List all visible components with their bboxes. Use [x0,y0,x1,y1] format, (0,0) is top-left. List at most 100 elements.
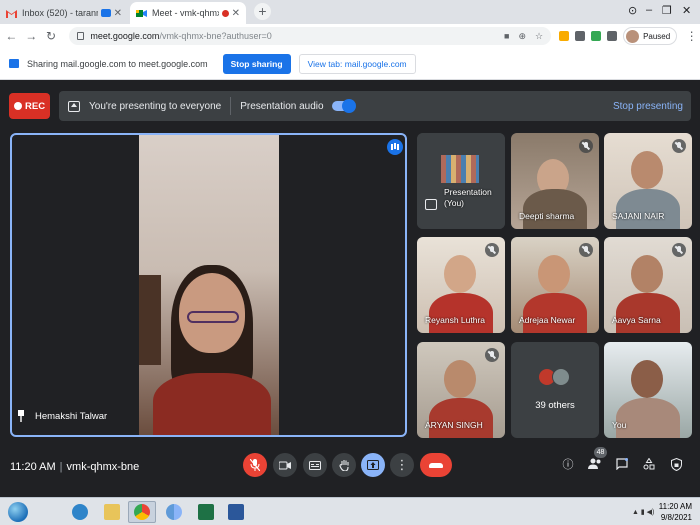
tab-title: Inbox (520) - tarannum@th [22,8,98,18]
excel-icon[interactable] [192,501,220,523]
star-icon[interactable]: ☆ [535,31,543,42]
pin-icon[interactable] [17,410,25,422]
participant-tile[interactable]: Reyansh Luthra [417,237,505,333]
speaker-video [139,135,279,435]
start-button[interactable] [8,502,28,522]
system-time: 11:20 AM [658,502,692,511]
participant-tile[interactable]: Aavya Sarna [604,237,692,333]
browser-tab-bar: Inbox (520) - tarannum@th ✕ Meet - vmk-q… [0,0,700,24]
participant-name: ARYAN SINGH [425,420,483,430]
close-tab-icon[interactable]: ✕ [232,8,240,19]
activities-icon[interactable] [642,457,656,472]
camera-icon[interactable]: ■ [504,31,509,42]
extension-icon[interactable] [559,31,570,41]
back-icon[interactable]: ← [3,29,20,43]
present-now-button[interactable] [361,453,385,477]
url-host: meet.google.com [90,31,160,41]
close-window-icon[interactable]: ✕ [682,4,691,20]
people-icon[interactable] [588,458,602,472]
avatar [626,29,640,43]
reload-icon[interactable]: ↻ [43,29,60,43]
mic-off-icon [672,243,686,257]
more-options-button[interactable]: ⋮ [390,453,414,477]
gmail-icon [6,8,17,19]
view-tab-button[interactable]: View tab: mail.google.com [298,53,416,74]
participant-tile[interactable]: Deepti sharma [511,133,599,229]
mic-off-icon [250,459,260,471]
captions-button[interactable] [303,453,327,477]
stop-presenting-button[interactable]: Stop presenting [613,101,683,112]
present-icon [367,460,379,470]
screen-share-icon [100,9,111,17]
recording-badge: REC [9,93,50,119]
close-tab-icon[interactable]: ✕ [114,8,122,19]
chat-icon[interactable] [615,458,629,472]
participant-tile[interactable]: ARYAN SINGH [417,342,505,438]
chrome-icon[interactable] [128,501,156,523]
participant-name: Presentation (You) [444,187,492,208]
mic-off-button[interactable] [243,453,267,477]
tab-gmail[interactable]: Inbox (520) - tarannum@th ✕ [0,2,128,24]
system-date: 9/8/2021 [660,513,692,522]
participant-tile-presentation[interactable]: Presentation (You) [417,133,505,229]
participant-name: Deepti sharma [519,211,575,221]
main-speaker-name: Hemakshi Talwar [35,411,108,422]
participant-name: You [612,420,627,430]
participant-name: Adrejaa Newar [519,315,576,325]
participant-name: Reyansh Luthra [425,315,486,325]
participant-tile[interactable]: SAJANI NAIR [604,133,692,229]
captions-icon [309,460,321,470]
participant-count-badge: 48 [594,447,607,458]
presenting-bar: You're presenting to everyone Presentati… [59,91,691,121]
mic-off-icon [579,243,593,257]
profile-status: Paused [643,31,671,41]
self-tile[interactable]: You [604,342,692,438]
raise-hand-button[interactable] [332,453,356,477]
extension-icon[interactable] [591,31,602,41]
system-clock[interactable]: 11:20 AM 9/8/2021 [659,501,692,523]
maximize-icon[interactable]: ❐ [662,4,672,20]
host-controls-icon[interactable] [669,457,683,472]
hand-icon [338,460,349,471]
puzzle-icon[interactable] [607,31,618,41]
recording-dot-icon [221,9,229,17]
share-icon [9,59,19,68]
new-tab-button[interactable]: + [254,3,271,20]
participant-tile[interactable]: Adrejaa Newar [511,237,599,333]
word-icon[interactable] [222,501,250,523]
camera-button[interactable] [273,453,297,477]
zoom-icon[interactable]: ⊕ [518,31,526,42]
file-explorer-icon[interactable] [98,501,126,523]
url-input[interactable]: meet.google.com /vmk-qhmx-bne?authuser=0… [69,27,552,45]
mic-off-icon [579,139,593,153]
sharing-bar: Sharing mail.google.com to meet.google.c… [0,48,700,80]
others-tile[interactable]: 39 others [511,342,599,438]
participant-name: Aavya Sarna [612,315,661,325]
menu-icon[interactable]: ⋮ [683,29,700,43]
info-icon[interactable]: ⓘ [561,458,575,472]
profile-button[interactable]: Paused [623,27,678,45]
main-speaker-tile[interactable] [10,133,407,437]
internet-explorer-icon[interactable] [66,501,94,523]
address-bar: ← → ↻ meet.google.com /vmk-qhmx-bne?auth… [0,24,700,48]
extension-icon[interactable] [575,31,586,41]
more-vert-icon: ⋮ [395,457,409,472]
minimize-icon[interactable]: – [646,4,652,20]
camera-icon [279,461,291,469]
stop-sharing-button[interactable]: Stop sharing [222,53,291,74]
leave-call-button[interactable] [420,453,452,477]
present-icon [425,199,437,210]
presentation-audio-label: Presentation audio [240,100,324,112]
mic-off-icon [485,348,499,362]
rec-label: REC [25,100,46,112]
presentation-audio-toggle[interactable] [331,99,356,113]
url-path: /vmk-qhmx-bne?authuser=0 [159,31,272,41]
chrome-icon[interactable] [160,501,188,523]
participant-name: SAJANI NAIR [612,211,665,221]
tab-meet[interactable]: Meet - vmk-qhmx-bne ✕ [130,2,246,24]
os-taskbar: ▲ ▮ ◀) 11:20 AM 9/8/2021 [0,497,700,525]
avatar [552,368,570,386]
tab-search-icon[interactable]: ⊙ [628,4,637,20]
forward-icon[interactable]: → [23,29,40,43]
tray-icons[interactable]: ▲ ▮ ◀) [632,508,654,516]
